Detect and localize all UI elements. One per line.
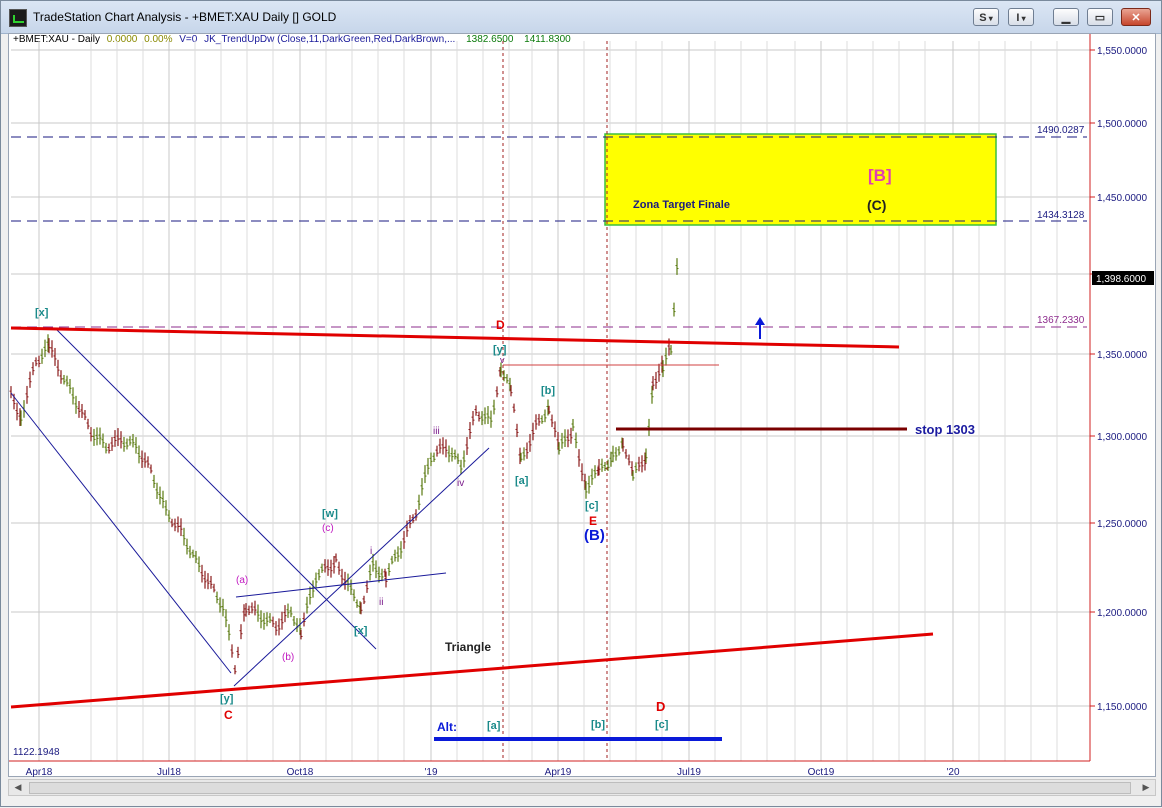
up-channel-lower [235, 572, 447, 598]
chart-window: TradeStation Chart Analysis - +BMET:XAU … [0, 0, 1162, 807]
time-axis: Apr18 Jul18 Oct18 '19 Apr19 Jul19 Oct19 '20 [26, 767, 960, 778]
price-tick-label: 1,550.0000 [1097, 46, 1147, 57]
scroll-thumb[interactable] [29, 782, 1131, 794]
wave-c-bracket-label: [c] [585, 500, 599, 512]
current-price-label: 1,398.6000 [1096, 274, 1146, 285]
wave-d-top-label: D [496, 318, 505, 332]
target-zone-label: Zona Target Finale [633, 199, 730, 211]
scroll-right-icon[interactable]: ▶ [1138, 780, 1154, 795]
channel-lines [10, 328, 490, 687]
scroll-left-icon[interactable]: ◀ [10, 780, 26, 795]
alt-wave-c-label: [c] [655, 719, 669, 731]
range-min-label: 1122.1948 [13, 747, 60, 758]
wave-c-small-label: (c) [322, 523, 334, 534]
wave-b-bracket-label: [b] [541, 385, 555, 397]
wave-ii-label: ii [379, 597, 383, 608]
time-tick-label: Apr19 [545, 767, 572, 778]
horizontal-scrollbar[interactable]: ◀ ▶ [8, 779, 1156, 796]
price-tick-label: 1,250.0000 [1097, 519, 1147, 530]
wave-a-bracket-label: [a] [515, 475, 529, 487]
price-tick-label: 1,200.0000 [1097, 608, 1147, 619]
time-tick-label: '19 [424, 767, 437, 778]
wave-i-label: i [370, 546, 372, 557]
wave-x1-label: [x] [35, 307, 49, 319]
time-tick-label: Jul19 [677, 767, 701, 778]
wave-b-label: [B] [868, 166, 892, 185]
alt-wave-b-label: [b] [591, 719, 605, 731]
price-tick-label: 1,450.0000 [1097, 193, 1147, 204]
triangle-label: Triangle [445, 640, 491, 654]
wave-x2-label: [x] [354, 625, 368, 637]
price-tick-label: 1,150.0000 [1097, 702, 1147, 713]
wave-w-label: [w] [322, 508, 338, 520]
alt-wave-a-label: [a] [487, 720, 501, 732]
wave-y1-label: [y] [220, 693, 234, 705]
time-tick-label: Jul18 [157, 767, 181, 778]
level-label-1367: 1367.2330 [1037, 315, 1085, 326]
wave-v-label: v [500, 355, 505, 365]
price-chart[interactable]: 1,550.00001,500.00001,450.00001,400.0000… [1, 1, 1162, 808]
up-arrow-icon [755, 317, 765, 339]
price-tick-label: 1,350.0000 [1097, 350, 1147, 361]
wave-a-small-label: (a) [236, 575, 248, 586]
wave-b-small-label: (b) [282, 652, 294, 663]
triangle-upper-line [10, 326, 900, 349]
wave-e-label: E [589, 514, 597, 528]
time-tick-label: Oct19 [808, 767, 835, 778]
wave-c-major-label: C [224, 708, 233, 722]
price-tick-label: 1,300.0000 [1097, 432, 1147, 443]
level-label-1434: 1434.3128 [1037, 210, 1085, 221]
down-channel-upper [55, 328, 377, 650]
time-tick-label: '20 [946, 767, 959, 778]
wave-iii-label: iii [433, 426, 440, 437]
time-tick-label: Apr18 [26, 767, 53, 778]
price-axis: 1,550.00001,500.00001,450.00001,400.0000… [1090, 46, 1147, 713]
stop-label: stop 1303 [915, 422, 975, 437]
target-zone [604, 133, 997, 226]
level-label-1490: 1490.0287 [1037, 125, 1085, 136]
wave-d-bottom-label: D [656, 699, 665, 714]
price-tick-label: 1,500.0000 [1097, 119, 1147, 130]
alt-label: Alt: [437, 720, 457, 734]
time-tick-label: Oct18 [287, 767, 314, 778]
wave-iv-label: iv [457, 478, 464, 489]
wave-b-paren-label: (B) [584, 527, 605, 544]
wave-c-label: (C) [867, 197, 886, 213]
